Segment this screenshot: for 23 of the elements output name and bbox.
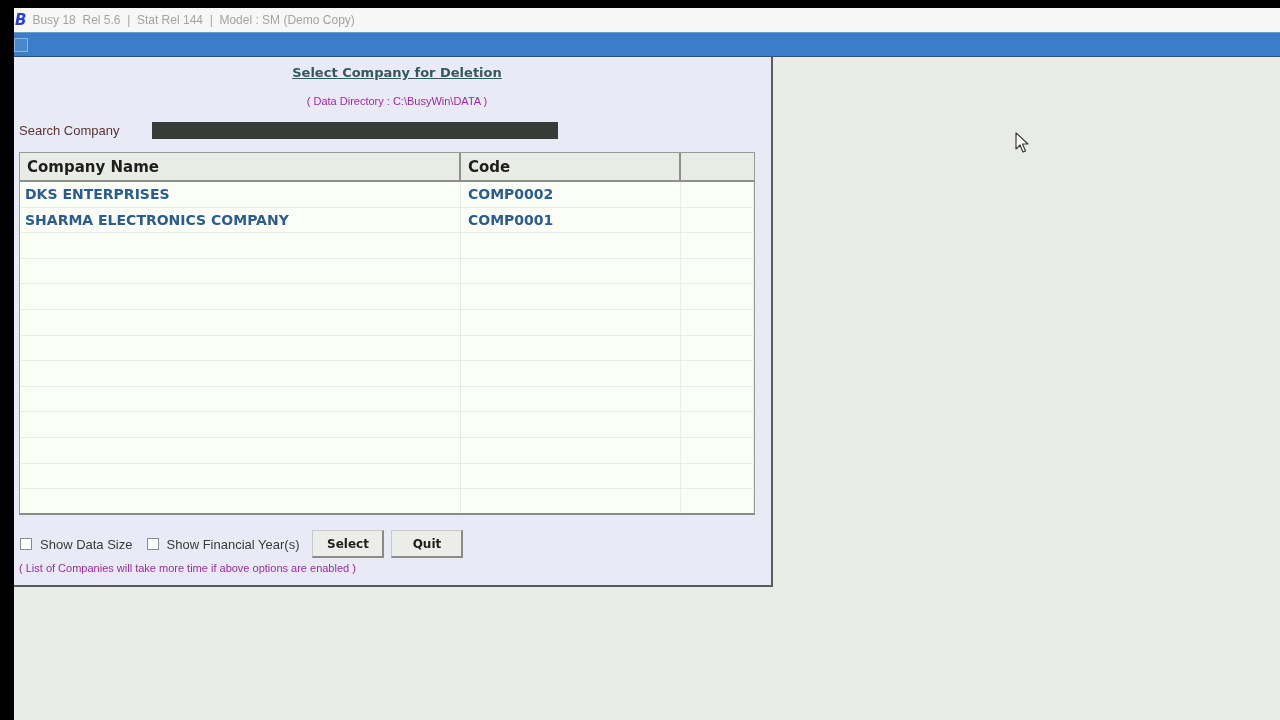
square-icon[interactable]	[14, 37, 28, 52]
table-cell: DKS ENTERPRISES	[20, 182, 461, 207]
data-directory-text: ( Data Directory : C:\BusyWin\DATA )	[306, 94, 488, 108]
search-field[interactable]	[152, 121, 558, 139]
app-logo: B	[15, 12, 27, 28]
table-cell: SHARMA ELECTRONICS COMPANY	[20, 207, 461, 233]
table-cell: COMP0001	[461, 207, 681, 233]
cursor-icon	[1015, 132, 1029, 153]
table-row[interactable]: DKS ENTERPRISES COMP0002	[20, 182, 754, 208]
checkbox[interactable]	[20, 538, 32, 550]
column-header[interactable]: Company Name	[20, 153, 461, 180]
checkbox-label: Show Financial Year(s)	[166, 536, 300, 552]
column-header[interactable]: Code	[461, 153, 681, 180]
window-title: Busy 18 Rel 5.6 | Stat Rel 144 | Model : SM (Demo Copy)	[32, 13, 355, 27]
checkbox[interactable]	[146, 538, 159, 550]
checkbox-label: Show Data Size	[40, 536, 133, 552]
dialog-button[interactable]: Quit	[391, 530, 464, 558]
note-text: ( List of Companies will take more time if above options are enabled )	[19, 561, 357, 575]
table-row[interactable]: SHARMA ELECTRONICS COMPANY COMP0001	[20, 207, 754, 234]
table-cell: COMP0002	[461, 182, 681, 207]
dialog-title: Select Company for Deletion	[292, 65, 502, 81]
dialog-button[interactable]: Select	[312, 530, 385, 558]
search-label: Search Company	[19, 122, 121, 138]
